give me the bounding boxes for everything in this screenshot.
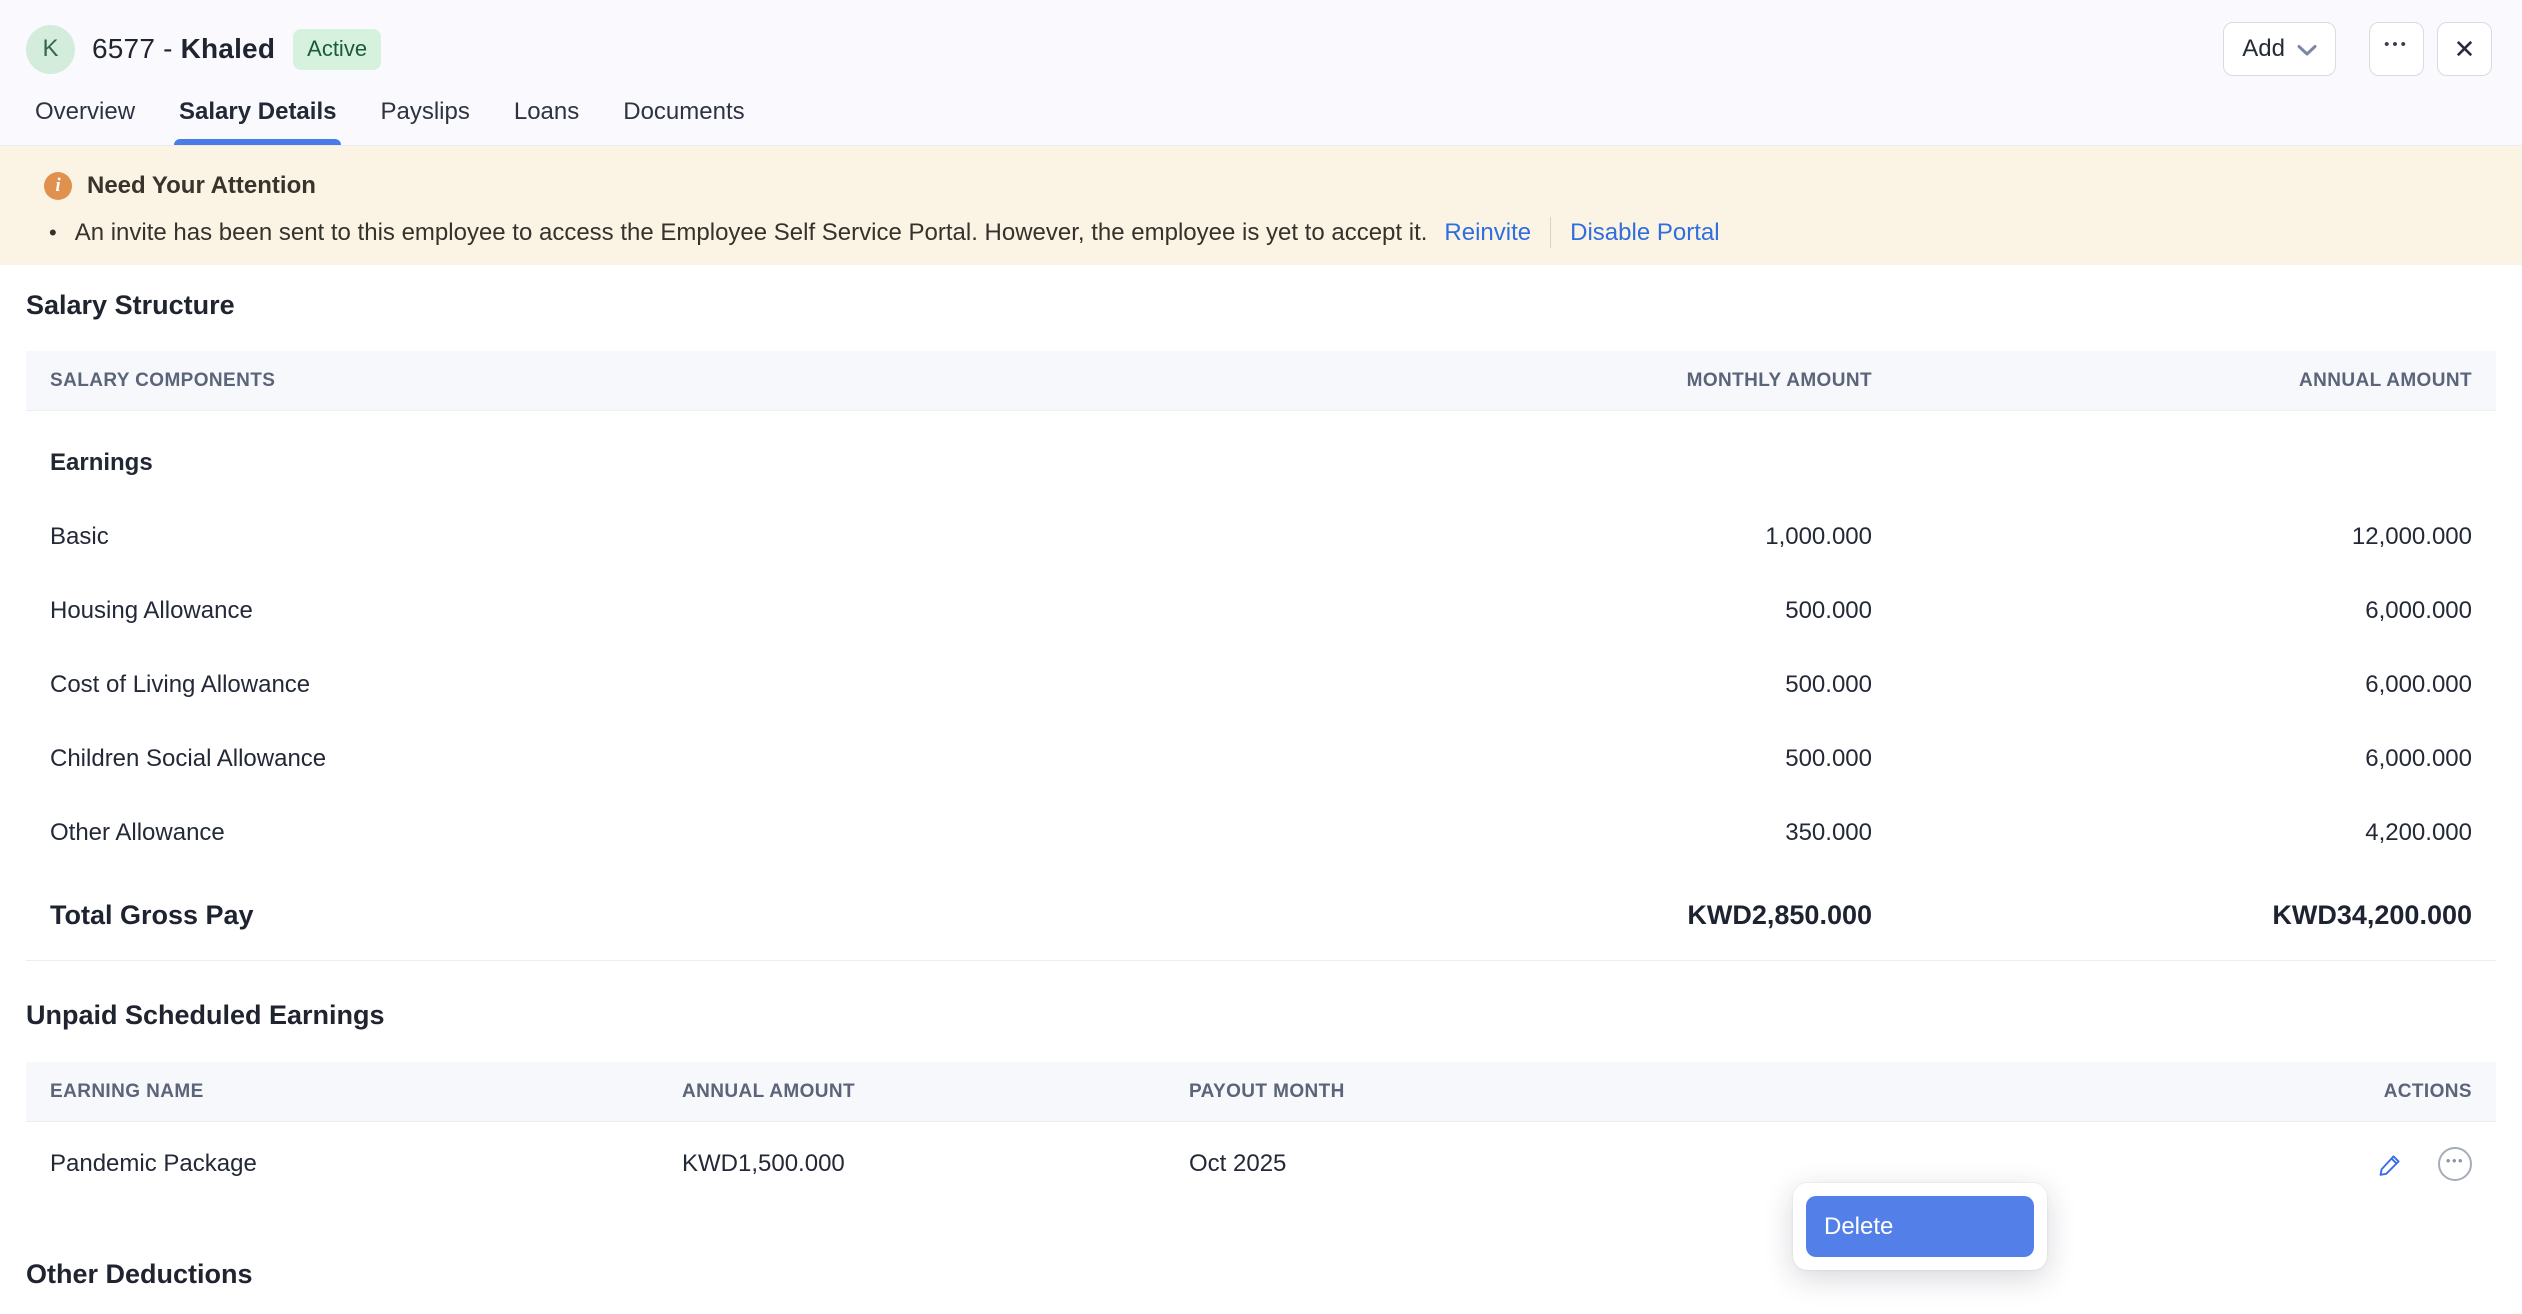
banner-title: Need Your Attention [87, 172, 316, 200]
salary-table-header: SALARY COMPONENTS MONTHLY AMOUNT ANNUAL … [26, 351, 2496, 411]
column-annual-amount: ANNUAL AMOUNT [682, 1081, 1189, 1103]
avatar: K [26, 25, 75, 74]
monthly-amount: 500.000 [1452, 597, 1872, 625]
earning-name: Pandemic Package [50, 1150, 682, 1178]
info-icon: i [44, 172, 72, 200]
salary-structure-table: SALARY COMPONENTS MONTHLY AMOUNT ANNUAL … [26, 351, 2496, 961]
status-badge: Active [293, 29, 381, 70]
table-row: Children Social Allowance 500.000 6,000.… [26, 722, 2496, 796]
table-row: Pandemic Package KWD1,500.000 Oct 2025 •… [26, 1122, 2496, 1206]
close-icon: ✕ [2454, 34, 2476, 65]
chevron-down-icon [2297, 44, 2317, 57]
table-row: Basic 1,000.000 12,000.000 [26, 500, 2496, 574]
table-row: Cost of Living Allowance 500.000 6,000.0… [26, 648, 2496, 722]
table-row: Housing Allowance 500.000 6,000.000 [26, 574, 2496, 648]
link-separator [1550, 217, 1551, 248]
tab-payslips[interactable]: Payslips [380, 98, 469, 145]
group-label: Earnings [50, 449, 1452, 477]
employee-name: Khaled [181, 33, 276, 64]
close-button[interactable]: ✕ [2437, 22, 2492, 76]
unpaid-table-header: EARNING NAME ANNUAL AMOUNT PAYOUT MONTH … [26, 1062, 2496, 1122]
employee-detail-header: K 6577 - Khaled Active Add ••• ✕ Overvie… [0, 0, 2522, 146]
unpaid-scheduled-earnings-table: EARNING NAME ANNUAL AMOUNT PAYOUT MONTH … [26, 1062, 2496, 1206]
employee-id: 6577 [92, 33, 155, 64]
other-deductions-heading: Other Deductions [26, 1258, 2496, 1290]
earning-payout-month: Oct 2025 [1189, 1150, 2322, 1178]
tab-loans[interactable]: Loans [514, 98, 579, 145]
annual-amount: 6,000.000 [1872, 597, 2472, 625]
reinvite-link[interactable]: Reinvite [1444, 219, 1531, 247]
total-gross-pay-row: Total Gross Pay KWD2,850.000 KWD34,200.0… [26, 870, 2496, 960]
column-actions: ACTIONS [2322, 1081, 2472, 1103]
bullet-icon: • [49, 220, 57, 246]
add-button[interactable]: Add [2223, 22, 2336, 76]
title-separator: - [155, 33, 180, 64]
row-context-menu: Delete [1793, 1183, 2047, 1270]
annual-amount: 4,200.000 [1872, 819, 2472, 847]
component-name: Cost of Living Allowance [50, 671, 1452, 699]
column-earning-name: EARNING NAME [50, 1081, 682, 1103]
monthly-amount: 1,000.000 [1452, 523, 1872, 551]
unpaid-scheduled-earnings-heading: Unpaid Scheduled Earnings [26, 999, 2496, 1031]
total-monthly-amount: KWD2,850.000 [1452, 900, 1872, 931]
total-annual-amount: KWD34,200.000 [1872, 900, 2472, 931]
annual-amount: 12,000.000 [1872, 523, 2472, 551]
earning-annual-amount: KWD1,500.000 [682, 1150, 1189, 1178]
salary-details-content: Salary Structure SALARY COMPONENTS MONTH… [0, 289, 2522, 1290]
annual-amount: 6,000.000 [1872, 745, 2472, 773]
column-annual-amount: ANNUAL AMOUNT [1872, 370, 2472, 392]
total-label: Total Gross Pay [50, 900, 1452, 931]
salary-structure-heading: Salary Structure [26, 289, 2496, 321]
annual-amount: 6,000.000 [1872, 671, 2472, 699]
disable-portal-link[interactable]: Disable Portal [1570, 219, 1719, 247]
delete-menu-item[interactable]: Delete [1806, 1196, 2034, 1257]
ellipsis-circle-icon: ••• [2438, 1147, 2472, 1181]
column-salary-components: SALARY COMPONENTS [50, 370, 1452, 392]
page-title: 6577 - Khaled [92, 33, 275, 65]
section-divider [26, 960, 2496, 961]
component-name: Housing Allowance [50, 597, 1452, 625]
edit-button[interactable] [2377, 1151, 2404, 1178]
component-name: Children Social Allowance [50, 745, 1452, 773]
monthly-amount: 500.000 [1452, 671, 1872, 699]
table-row: Other Allowance 350.000 4,200.000 [26, 796, 2496, 870]
tab-overview[interactable]: Overview [35, 98, 135, 145]
banner-message: An invite has been sent to this employee… [75, 219, 1428, 247]
more-actions-button[interactable]: ••• [2369, 22, 2424, 76]
row-more-button[interactable]: ••• [2438, 1147, 2472, 1181]
add-button-label: Add [2242, 35, 2285, 63]
pencil-icon [2377, 1151, 2404, 1178]
tab-documents[interactable]: Documents [623, 98, 744, 145]
column-payout-month: PAYOUT MONTH [1189, 1081, 2322, 1103]
monthly-amount: 500.000 [1452, 745, 1872, 773]
earnings-group-row: Earnings [26, 426, 2496, 500]
component-name: Other Allowance [50, 819, 1452, 847]
component-name: Basic [50, 523, 1452, 551]
tab-bar: Overview Salary Details Payslips Loans D… [0, 98, 745, 145]
ellipsis-icon: ••• [2384, 36, 2409, 53]
monthly-amount: 350.000 [1452, 819, 1872, 847]
column-monthly-amount: MONTHLY AMOUNT [1452, 370, 1872, 392]
attention-banner: i Need Your Attention • An invite has be… [0, 146, 2522, 265]
tab-salary-details[interactable]: Salary Details [179, 98, 336, 145]
